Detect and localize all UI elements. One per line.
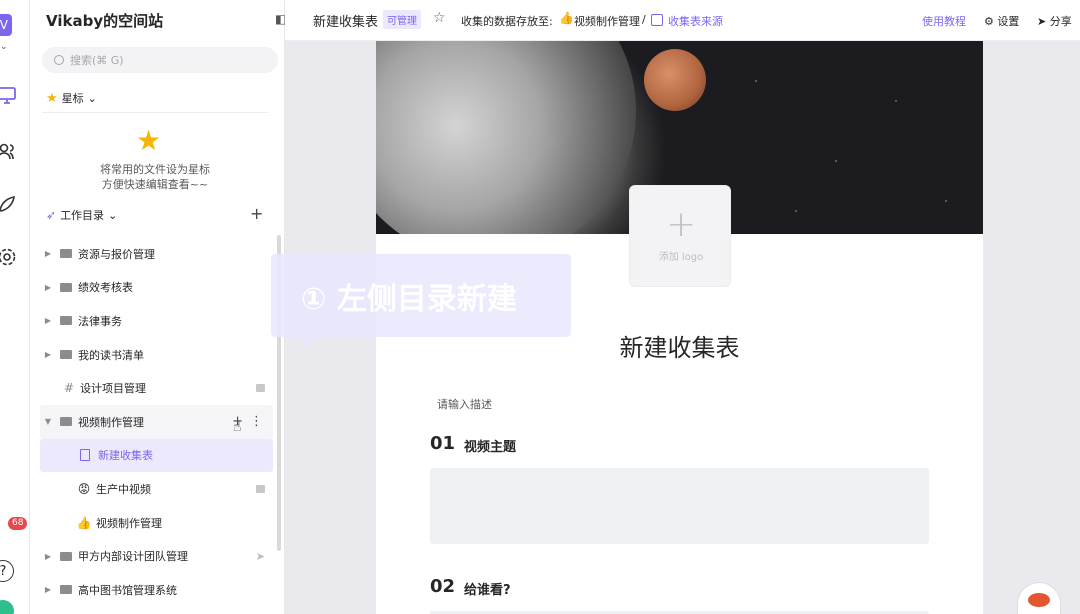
- bot-face: [1028, 593, 1050, 607]
- folder-icon: [60, 249, 72, 259]
- add-logo-button[interactable]: + 添加 logo: [629, 185, 731, 287]
- tip-arrow: [298, 337, 318, 349]
- tree-node[interactable]: 😡 生产中视频: [40, 472, 273, 506]
- template-icon[interactable]: [0, 193, 18, 215]
- add-logo-label: 添加 logo: [658, 252, 704, 263]
- thumbs-up-emoji-icon: 👍: [559, 11, 574, 25]
- tree-node-active[interactable]: 新建收集表: [40, 438, 273, 473]
- search-input[interactable]: 搜索(⌘ G): [42, 47, 278, 73]
- share-arrow-icon: ➤: [255, 549, 265, 563]
- search-icon: [54, 55, 64, 65]
- folder-icon: [60, 350, 72, 360]
- folder-icon: [60, 551, 72, 561]
- tree-node[interactable]: ▶ 我的读书清单: [40, 338, 273, 372]
- settings-gear-icon[interactable]: [0, 246, 18, 268]
- search-placeholder: 搜索(⌘ G): [70, 54, 124, 67]
- caret-right-icon[interactable]: ▶: [40, 249, 56, 258]
- members-icon[interactable]: [0, 140, 18, 162]
- settings-button[interactable]: ⚙ 设置: [984, 13, 1019, 29]
- caret-right-icon[interactable]: ▶: [40, 585, 56, 594]
- add-node-button[interactable]: +: [250, 204, 263, 223]
- workbench-icon[interactable]: [0, 84, 18, 106]
- form-description[interactable]: 请输入描述: [437, 396, 492, 412]
- star-icon: ★: [46, 90, 58, 106]
- breadcrumb-separator: /: [642, 13, 646, 26]
- caret-right-icon[interactable]: ▶: [40, 552, 56, 561]
- folder-icon: [60, 282, 72, 292]
- tree-node[interactable]: ▶ 绩效考核表: [40, 271, 273, 305]
- tree-node[interactable]: ▶ 资源与报价管理: [40, 237, 273, 271]
- tree-node[interactable]: # 设计项目管理: [40, 371, 273, 405]
- caret-right-icon[interactable]: ▶: [40, 350, 56, 359]
- datasheet-icon: [651, 14, 663, 26]
- left-rail: V ⌄ 68 ?: [0, 0, 30, 614]
- question-number: 01: [430, 433, 456, 454]
- chevron-down-icon[interactable]: ⌄: [0, 42, 8, 52]
- help-icon[interactable]: ?: [0, 560, 14, 582]
- source-sheet-link[interactable]: 收集表来源: [668, 13, 723, 29]
- tree-node[interactable]: ▶ 甲方内部设计团队管理 ➤: [40, 539, 273, 573]
- favorite-star-icon[interactable]: ☆: [433, 10, 446, 26]
- starred-empty-text: 将常用的文件设为星标 方便快速编辑查看~~: [100, 163, 210, 191]
- divider: [42, 112, 268, 113]
- tutorial-tip: ① 左侧目录新建: [271, 254, 571, 337]
- answer-field[interactable]: [430, 468, 929, 544]
- question-title: 给谁看?: [464, 583, 511, 598]
- notification-badge[interactable]: 68: [8, 517, 28, 530]
- permission-badge: 可管理: [383, 10, 421, 29]
- workdir-section-header[interactable]: ➶ 工作目录 ⌄: [46, 207, 117, 223]
- plus-icon: +: [666, 204, 697, 245]
- user-avatar[interactable]: [0, 600, 14, 614]
- question-number: 02: [430, 576, 456, 597]
- tree-node[interactable]: ▶ 法律事务: [40, 304, 273, 338]
- thumbs-up-emoji-icon: 👍: [76, 515, 92, 530]
- chevron-down-icon: ⌄: [108, 208, 118, 222]
- caret-right-icon[interactable]: ▶: [40, 283, 56, 292]
- angry-emoji-icon: 😡: [77, 481, 91, 496]
- share-button[interactable]: ➤ 分享: [1037, 13, 1072, 29]
- space-avatar[interactable]: V: [0, 14, 12, 36]
- tree-node[interactable]: 👍 视频制作管理: [40, 506, 273, 540]
- caret-right-icon[interactable]: ▶: [40, 316, 56, 325]
- top-bar: 新建收集表 可管理 ☆ 收集的数据存放至: 👍 视频制作管理 / 收集表来源 使…: [285, 0, 1080, 41]
- starred-label: 星标: [61, 92, 84, 105]
- star-illustration-icon: ★: [136, 124, 162, 157]
- more-icon[interactable]: ⋮: [250, 414, 263, 429]
- workdir-label: 工作目录: [60, 209, 105, 222]
- folder-icon: [60, 316, 72, 326]
- tree-node[interactable]: ▶ 高中图书馆管理系统: [40, 573, 273, 607]
- chevron-down-icon: ⌄: [87, 91, 97, 105]
- rocket-icon: ➶: [46, 208, 57, 222]
- source-folder-link[interactable]: 视频制作管理: [574, 13, 640, 29]
- page-title[interactable]: 新建收集表: [313, 11, 378, 30]
- lock-icon: [256, 384, 265, 393]
- space-title[interactable]: Vikaby的空间站: [46, 10, 163, 31]
- hand-cursor-icon: ☝: [233, 419, 242, 435]
- caret-down-icon[interactable]: ▼: [40, 417, 56, 426]
- form-icon: [80, 449, 90, 462]
- question-title: 视频主题: [464, 440, 517, 455]
- starred-section-header[interactable]: ★ 星标 ⌄: [46, 90, 97, 106]
- lock-icon: [256, 484, 265, 493]
- tutorial-link[interactable]: 使用教程: [922, 13, 966, 29]
- store-label: 收集的数据存放至:: [461, 15, 553, 28]
- datasheet-icon: #: [63, 381, 75, 396]
- sidebar: Vikaby的空间站 搜索(⌘ G) ★ 星标 ⌄ ★ 将常用的文件设为星标 方…: [30, 0, 285, 614]
- folder-open-icon: [60, 417, 72, 427]
- folder-icon: [60, 585, 72, 595]
